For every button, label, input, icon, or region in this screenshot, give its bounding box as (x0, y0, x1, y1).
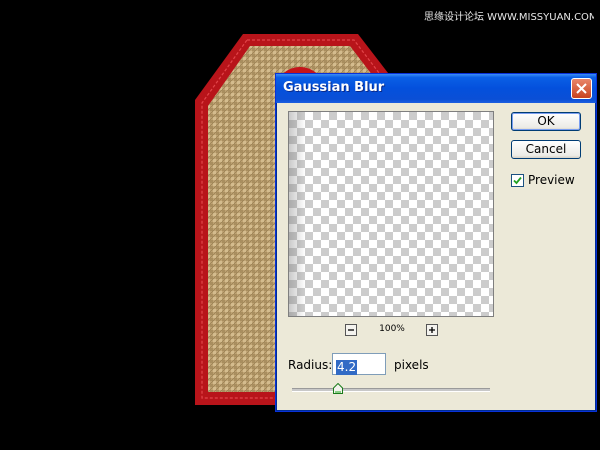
gaussian-blur-dialog: Gaussian Blur 100% OK Cancel Preview Rad… (275, 73, 597, 412)
radius-slider-track[interactable] (292, 388, 490, 392)
preview-area[interactable] (288, 111, 494, 317)
title-bar[interactable]: Gaussian Blur (276, 74, 596, 103)
check-icon (513, 176, 522, 185)
dialog-title: Gaussian Blur (283, 80, 385, 95)
radius-value: 4.2 (336, 360, 358, 375)
cancel-button[interactable]: Cancel (511, 140, 581, 159)
radius-label: Radius: (288, 358, 333, 372)
radius-slider-thumb[interactable] (332, 383, 343, 394)
close-button[interactable] (571, 78, 592, 99)
preview-label: Preview (528, 173, 575, 187)
minus-icon (348, 329, 354, 331)
close-icon (576, 83, 587, 94)
blurred-edge (289, 112, 305, 316)
zoom-level: 100% (379, 324, 405, 334)
ok-button[interactable]: OK (511, 112, 581, 131)
radius-input[interactable]: 4.2 (332, 353, 386, 375)
zoom-in-button[interactable] (426, 324, 438, 336)
units-label: pixels (394, 358, 429, 372)
plus-icon (429, 327, 435, 333)
preview-checkbox[interactable] (511, 174, 524, 187)
zoom-out-button[interactable] (345, 324, 357, 336)
